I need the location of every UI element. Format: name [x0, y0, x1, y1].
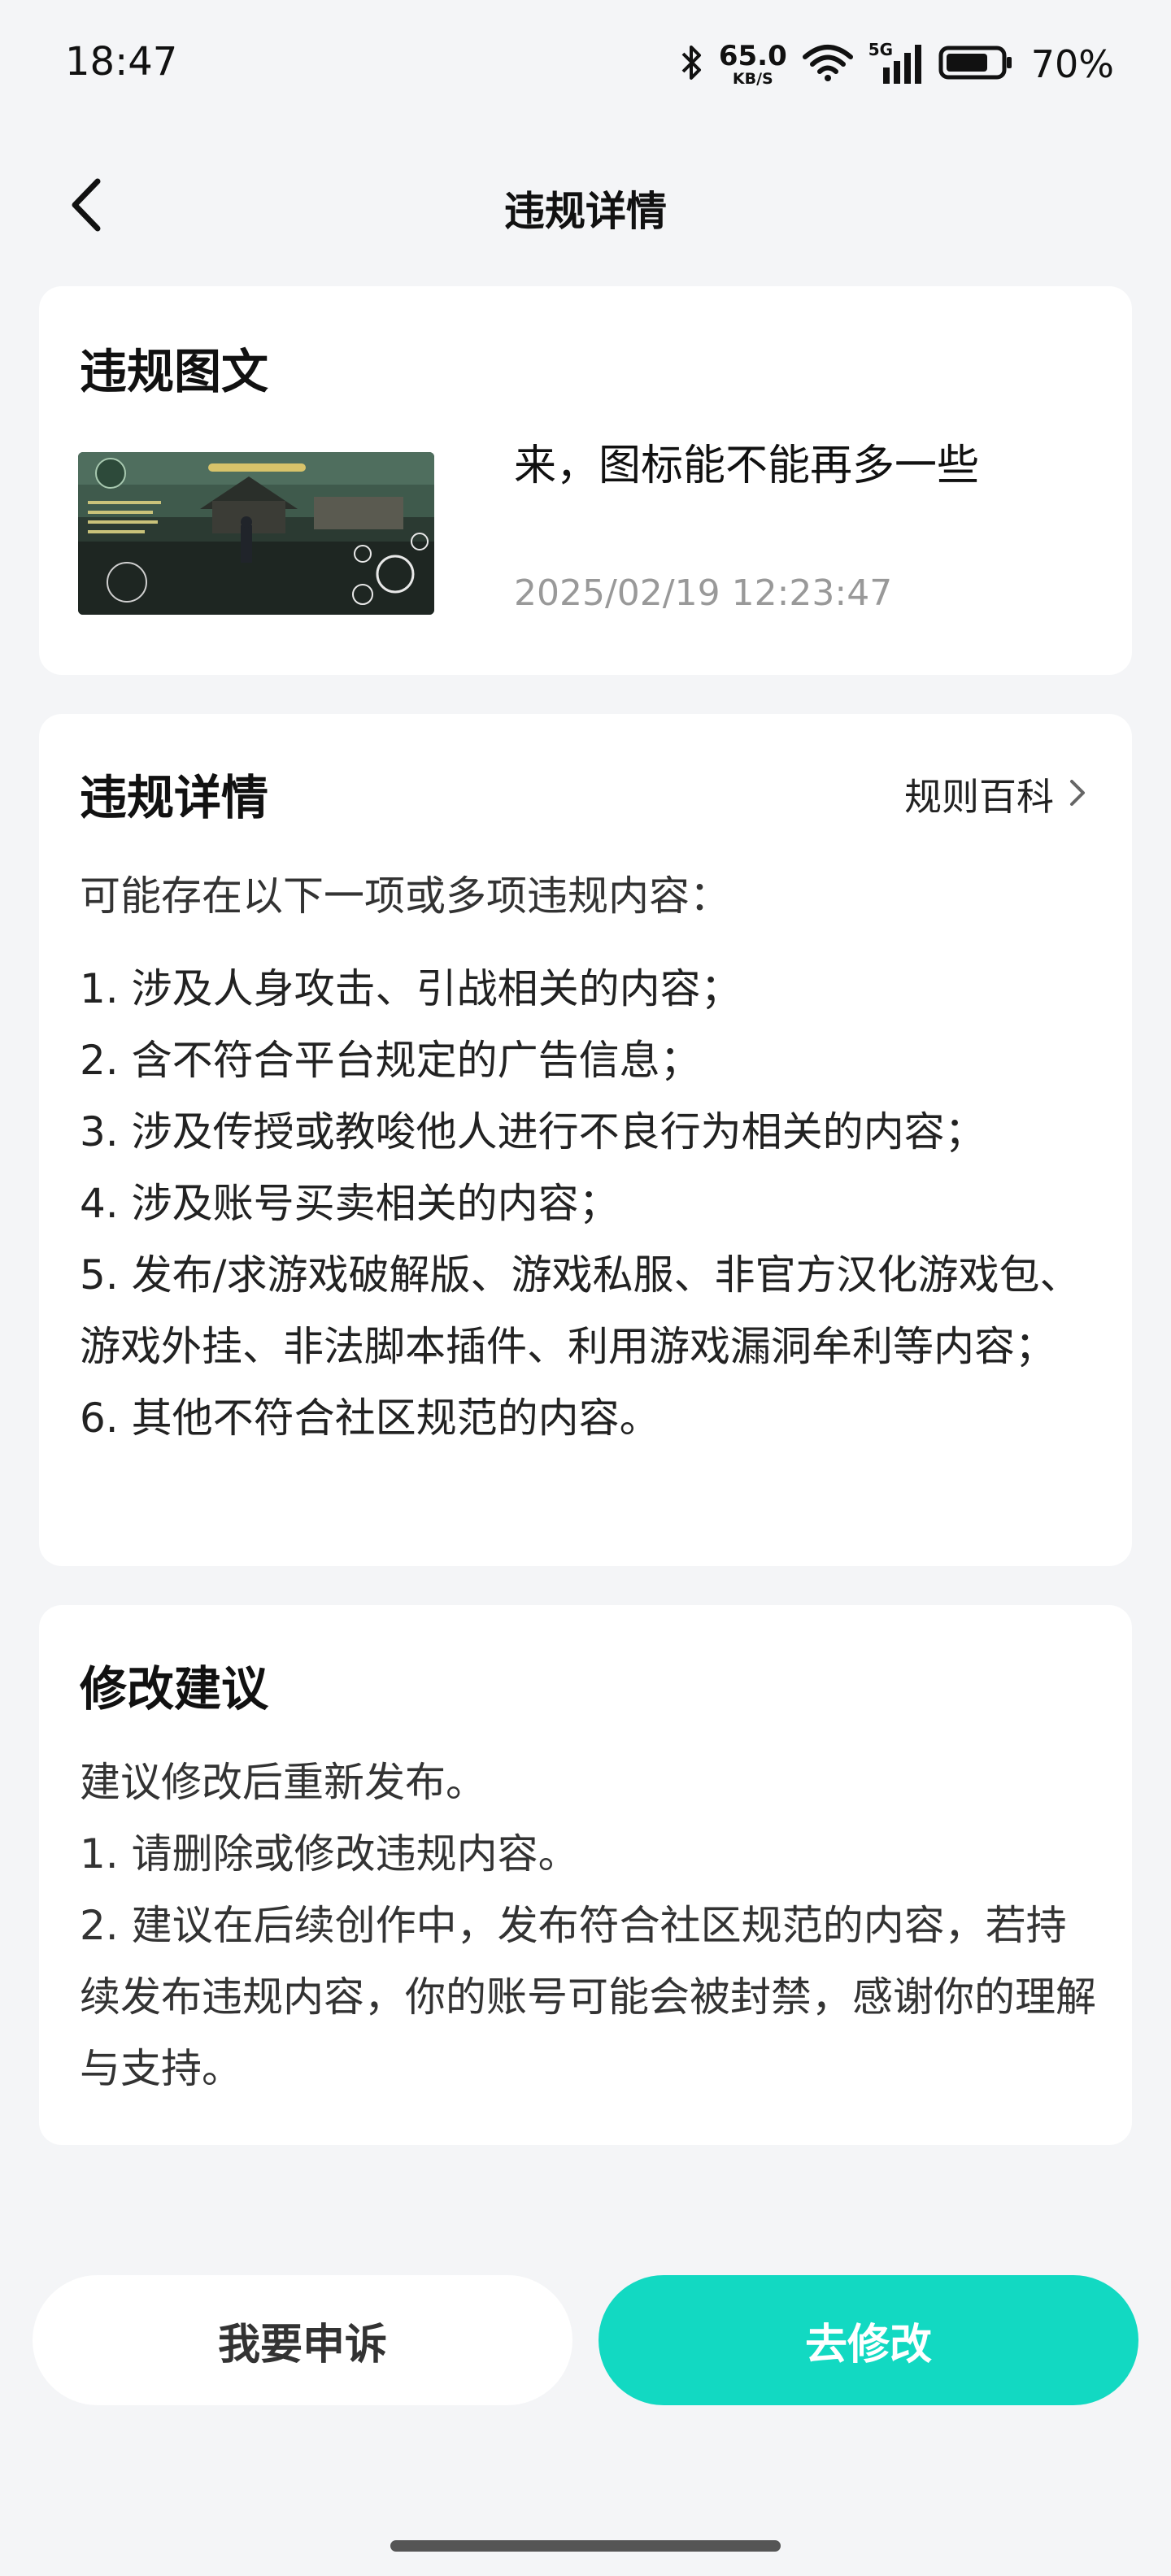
status-icons: 65.0 KB/S 5G 70% — [680, 36, 1114, 93]
suggestion-line: 2. 建议在后续创作中，发布符合社区规范的内容，若持续发布违规内容，你的账号可能… — [80, 1902, 1096, 2092]
violation-lead-text: 可能存在以下一项或多项违规内容： — [80, 872, 730, 920]
cellular-signal-icon: 5G — [868, 40, 924, 85]
post-timestamp: 2025/02/19 12:23:47 — [514, 572, 893, 614]
home-indicator[interactable] — [390, 2540, 781, 2552]
rules-encyclopedia-link[interactable]: 规则百科 — [904, 768, 1086, 821]
chevron-right-icon — [1069, 772, 1086, 816]
bluetooth-icon — [680, 42, 704, 86]
violation-post-title: 违规图文 — [80, 344, 269, 399]
suggestion-text: 建议修改后重新发布。 1. 请删除或修改违规内容。 2. 建议在后续创作中，发布… — [80, 1747, 1096, 2104]
violation-post-card: 违规图文 来，图标能不能再多一些 2025/02/19 12:23:47 — [39, 286, 1132, 675]
violation-item: 2. 含不符合平台规定的广告信息； — [80, 1037, 701, 1084]
status-time: 18:47 — [65, 39, 178, 85]
rules-link-label: 规则百科 — [904, 775, 1054, 819]
suggestion-title: 修改建议 — [80, 1661, 269, 1717]
violation-details-title: 违规详情 — [80, 770, 269, 825]
edit-button[interactable]: 去修改 — [599, 2275, 1138, 2405]
violation-list: 1. 涉及人身攻击、引战相关的内容； 2. 含不符合平台规定的广告信息； 3. … — [80, 953, 1088, 1454]
battery-percent: 70% — [1030, 42, 1114, 86]
post-text: 来，图标能不能再多一些 — [514, 442, 980, 490]
network-speed: 65.0 KB/S — [719, 42, 787, 87]
violation-item: 4. 涉及账号买卖相关的内容； — [80, 1180, 620, 1227]
violation-item: 1. 涉及人身攻击、引战相关的内容； — [80, 965, 742, 1012]
navigation-bar: 违规详情 — [0, 154, 1171, 260]
back-button[interactable] — [54, 174, 119, 239]
violation-item: 6. 其他不符合社区规范的内容。 — [80, 1395, 660, 1442]
post-thumbnail[interactable] — [78, 452, 434, 615]
wifi-icon — [802, 42, 854, 86]
violation-item: 3. 涉及传授或教唆他人进行不良行为相关的内容； — [80, 1108, 986, 1155]
violation-item: 5. 发布/求游戏破解版、游戏私服、非官方汉化游戏包、游戏外挂、非法脚本插件、利… — [80, 1251, 1081, 1370]
page-title: 违规详情 — [504, 188, 667, 235]
network-speed-value: 65.0 — [718, 39, 787, 72]
network-speed-unit: KB/S — [732, 69, 773, 88]
game-screenshot-image — [78, 452, 434, 615]
violation-details-card: 违规详情 规则百科 可能存在以下一项或多项违规内容： 1. 涉及人身攻击、引战相… — [39, 714, 1132, 1566]
status-bar: 18:47 65.0 KB/S 5G 70% — [0, 0, 1171, 130]
suggestion-line: 1. 请删除或修改违规内容。 — [80, 1830, 579, 1878]
suggestion-line: 建议修改后重新发布。 — [80, 1759, 486, 1806]
appeal-button[interactable]: 我要申诉 — [33, 2275, 572, 2405]
chevron-left-icon — [68, 176, 104, 237]
suggestion-card: 修改建议 建议修改后重新发布。 1. 请删除或修改违规内容。 2. 建议在后续创… — [39, 1605, 1132, 2145]
battery-icon — [938, 42, 1013, 86]
